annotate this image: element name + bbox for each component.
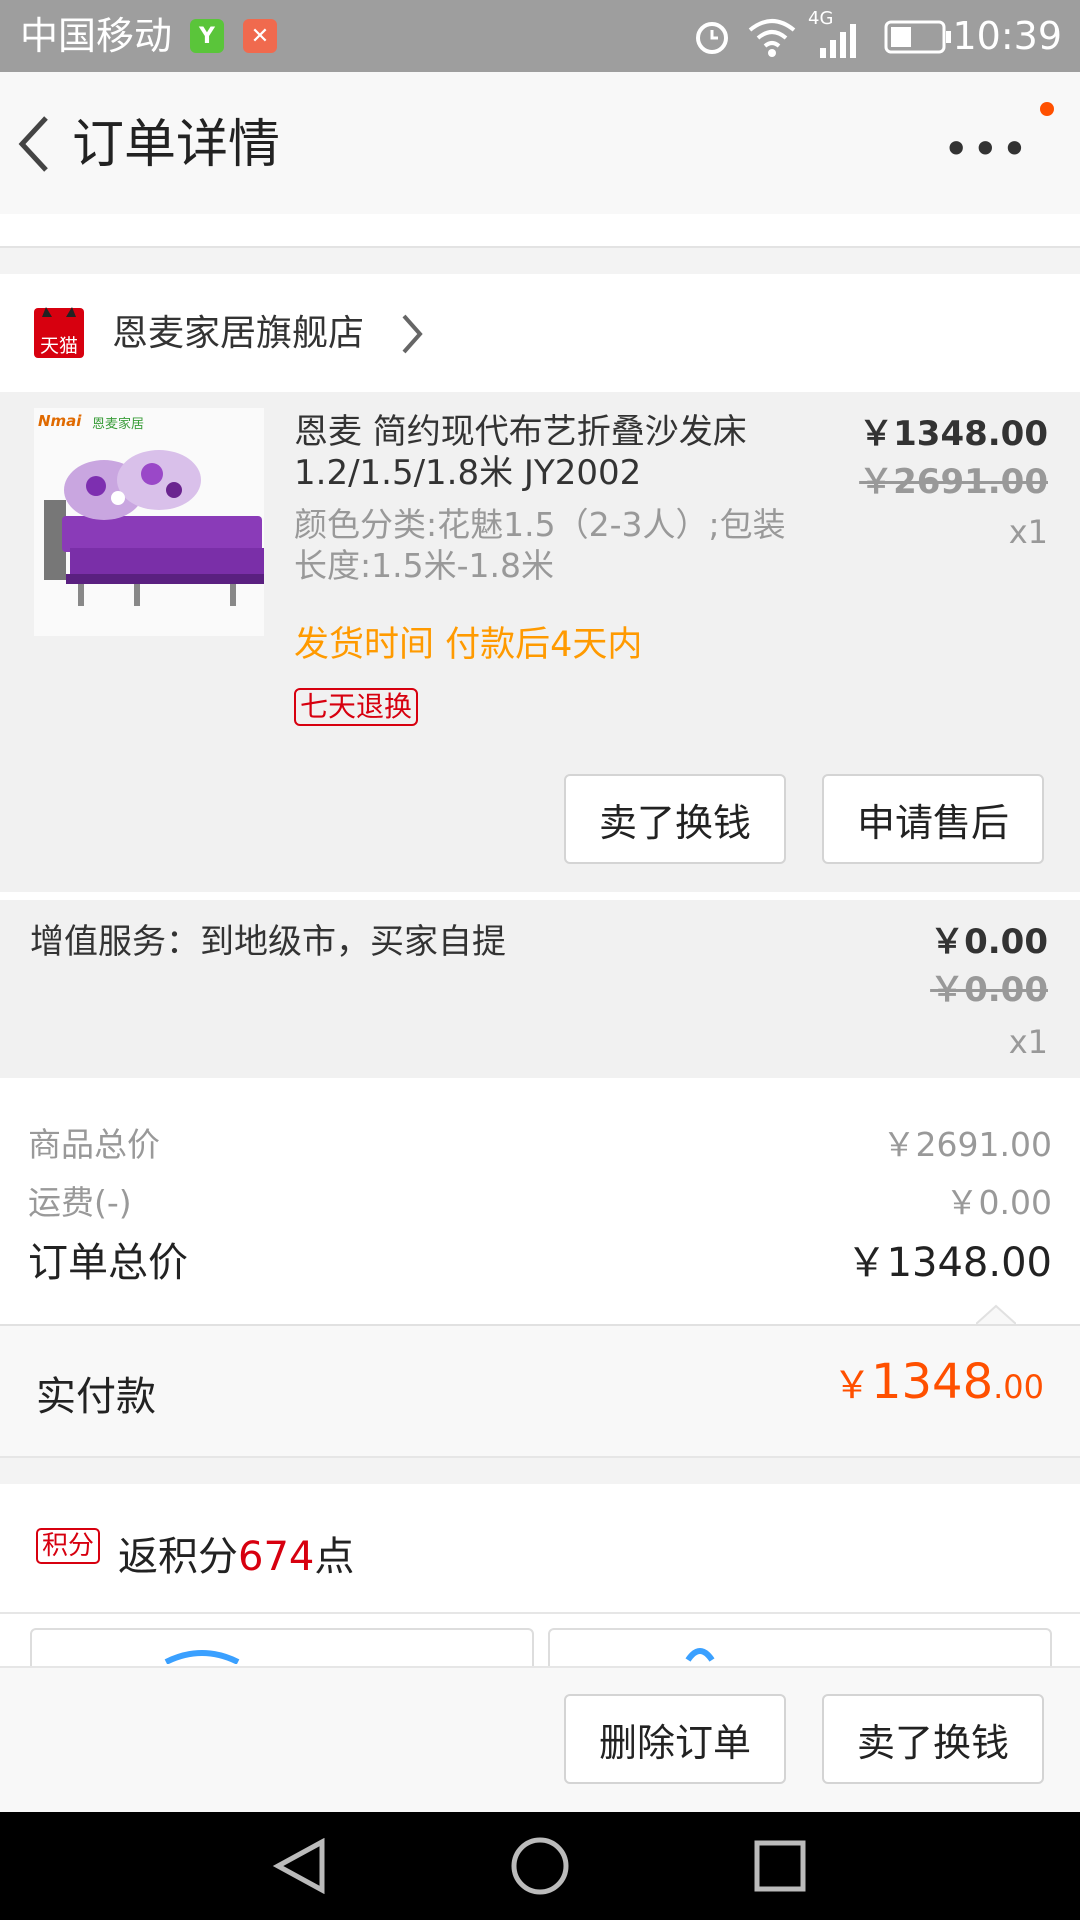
page-title: 订单详情 [72,115,281,175]
service-price: ￥0.00 [930,922,1048,962]
delete-order-button[interactable]: 删除订单 [564,1694,786,1784]
after-sales-button[interactable]: 申请售后 [822,774,1044,864]
alarm-icon [692,16,732,60]
notification-app-icon: Y [190,19,224,53]
service-label: 增值服务：到地级市，买家自提 [30,922,506,962]
points-prefix: 返积分 [118,1534,238,1580]
product-title[interactable]: 恩麦 简约现代布艺折叠沙发床1.2/1.5/1.8米 JY2002 [294,412,804,494]
bottom-action-bar: 删除订单 卖了换钱 [0,1666,1080,1814]
value-added-service: 增值服务：到地级市，买家自提 ￥0.00 ￥0.00 x1 [0,900,1080,1078]
nav-home-icon[interactable] [510,1836,570,1900]
product-thumbnail[interactable]: Nmai 恩麦家居 [34,408,264,636]
back-arrow-icon[interactable] [14,114,54,178]
payment-integer: 1348 [870,1354,994,1410]
product-original-price: ￥2691.00 [859,462,1048,502]
tmall-ears-icon [40,302,78,317]
sofa-bed-image [44,450,264,606]
points-text: 返积分674点 [118,1524,354,1582]
freight-label: 运费(-) [28,1183,132,1222]
signal-icon [820,22,860,62]
payment-decimal: .00 [993,1368,1044,1406]
clock: 10:39 [952,14,1062,58]
actual-payment: 实付款 ￥1348.00 [0,1326,1080,1458]
order-total-value: ￥1348.00 [846,1240,1052,1286]
product-quantity: x1 [1008,513,1048,551]
freight-value: ￥0.00 [945,1183,1052,1222]
notification-tool-icon: ✕ [243,19,277,53]
payment-currency: ￥ [832,1363,871,1407]
carrier-name: 中国移动 [20,14,173,58]
order-totals: 商品总价 ￥2691.00 运费(-) ￥0.00 订单总价 ￥1348.00 [0,1078,1080,1326]
payment-label: 实付款 [36,1374,156,1420]
notification-dot [1040,102,1054,116]
service-card-left[interactable] [30,1628,534,1668]
service-card-right[interactable] [548,1628,1052,1668]
title-bar: 订单详情 ••• [0,72,1080,216]
pointer-notch-icon [975,1304,1017,1328]
wifi-icon [746,14,798,62]
store-row[interactable]: 天猫 恩麦家居旗舰店 [0,274,1080,392]
points-value: 674 [238,1534,315,1580]
product-price: ￥1348.00 [859,414,1048,454]
top-spacer [0,214,1080,248]
sell-for-cash-bottom-button[interactable]: 卖了换钱 [822,1694,1044,1784]
system-nav-bar [0,1812,1080,1920]
service-cards [0,1614,1080,1668]
battery-icon [884,20,952,58]
service-original-price: ￥0.00 [930,970,1048,1010]
chevron-right-icon [398,312,426,360]
goods-total-value: ￥2691.00 [882,1125,1052,1164]
product-sku: 颜色分类:花魅1.5（2-3人）;包装长度:1.5米-1.8米 [294,505,786,585]
divider [0,892,1080,900]
status-bar: 中国移动 Y ✕ 4G 10:39 [0,0,1080,72]
goods-total-label: 商品总价 [28,1125,160,1164]
more-menu-icon[interactable]: ••• [943,122,1030,176]
payment-amount: ￥1348.00 [833,1354,1044,1410]
sell-for-cash-button[interactable]: 卖了换钱 [564,774,786,864]
nav-back-icon[interactable] [272,1837,328,1898]
points-badge: 积分 [36,1528,101,1564]
points-reward: 积分 返积分674点 [0,1484,1080,1614]
store-name: 恩麦家居旗舰店 [112,313,365,354]
service-quantity: x1 [1008,1023,1048,1061]
order-total-label: 订单总价 [28,1240,188,1286]
product-item[interactable]: Nmai 恩麦家居 恩麦 简约现代布艺折叠沙发床1.2/1.5/1.8米 JY2… [0,392,1080,892]
nav-recents-icon[interactable] [754,1840,806,1896]
return-policy-badge: 七天退换 [294,688,419,726]
shipping-time: 发货时间 付款后4天内 [294,625,643,665]
points-suffix: 点 [314,1534,355,1580]
